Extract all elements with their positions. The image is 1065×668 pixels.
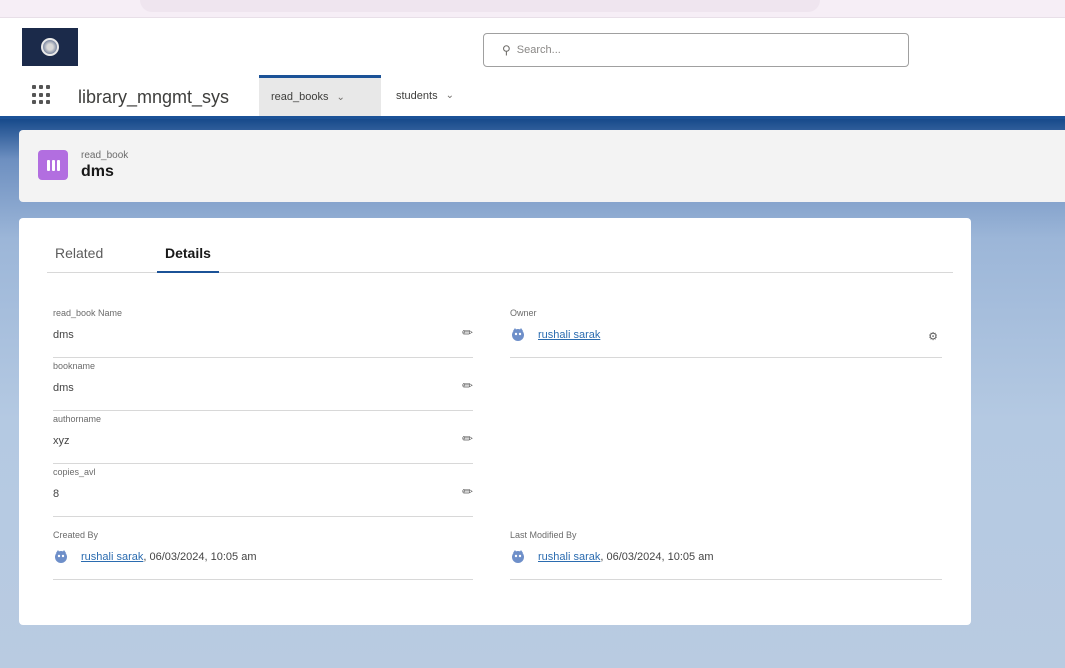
nav-tab-students[interactable]: students ⌄ (384, 75, 484, 116)
record-header: read_book dms (19, 130, 1065, 202)
details-card: Related Details read_book Name dms ✏ boo… (19, 218, 971, 625)
field-label: read_book Name (53, 308, 123, 318)
change-owner-icon[interactable]: ⚙ (928, 330, 938, 343)
field-last-modified-by: Last Modified By rushali sarak, 06/03/20… (510, 530, 942, 580)
tab-related[interactable]: Related (47, 245, 111, 273)
last-modified-user-link[interactable]: rushali sarak (538, 551, 600, 563)
field-authorname: authorname xyz ✏ (53, 414, 473, 464)
browser-strip (0, 0, 1065, 18)
field-created-by: Created By rushali sarak, 06/03/2024, 10… (53, 530, 473, 580)
tab-details[interactable]: Details (157, 245, 219, 273)
created-by-user-link[interactable]: rushali sarak (81, 551, 143, 563)
user-avatar-icon (55, 550, 67, 563)
global-search[interactable]: ⚲ (483, 33, 909, 67)
global-header: ⚲ (0, 18, 1065, 75)
record-title: dms (81, 163, 114, 180)
search-input[interactable] (516, 44, 877, 56)
pencil-icon[interactable]: ✏ (462, 484, 473, 500)
field-value: dms (53, 329, 74, 341)
pencil-icon[interactable]: ✏ (462, 431, 473, 447)
org-logo-icon[interactable] (22, 28, 78, 66)
last-modified-timestamp: , 06/03/2024, 10:05 am (600, 551, 714, 563)
field-label: copies_avl (53, 467, 96, 477)
record-type-label: read_book (81, 150, 129, 161)
custom-object-icon (38, 150, 68, 180)
field-owner: Owner rushali sarak ⚙ (510, 308, 942, 358)
browser-tab-shape (140, 0, 820, 12)
field-bookname: bookname dms ✏ (53, 361, 473, 411)
user-avatar-icon (512, 328, 524, 341)
nav-tab-label: read_books (271, 91, 329, 103)
field-read-book-name: read_book Name dms ✏ (53, 308, 473, 358)
field-value: xyz (53, 435, 70, 447)
field-label: bookname (53, 361, 96, 371)
pencil-icon[interactable]: ✏ (462, 325, 473, 341)
owner-user-link[interactable]: rushali sarak (538, 329, 600, 341)
created-timestamp: , 06/03/2024, 10:05 am (143, 551, 257, 563)
record-tabs: Related Details (47, 238, 953, 273)
app-name: library_mngmt_sys (78, 87, 230, 107)
field-value: dms (53, 382, 74, 394)
search-icon: ⚲ (502, 43, 511, 57)
field-label: Last Modified By (510, 530, 577, 540)
user-avatar-icon (512, 550, 524, 563)
field-copies-avl: copies_avl 8 ✏ (53, 467, 473, 517)
field-label: Created By (53, 530, 99, 540)
nav-tab-read-books[interactable]: read_books ⌄ (259, 75, 381, 116)
field-label: Owner (510, 308, 537, 318)
logo-emblem (41, 38, 59, 56)
chevron-down-icon[interactable]: ⌄ (446, 90, 454, 101)
chevron-down-icon[interactable]: ⌄ (337, 92, 345, 103)
field-value: 8 (53, 488, 60, 500)
pencil-icon[interactable]: ✏ (462, 378, 473, 394)
nav-tab-label: students (396, 89, 438, 102)
app-launcher-icon[interactable] (32, 85, 52, 105)
nav-bar: library_mngmt_sys read_books ⌄ students … (0, 75, 1065, 119)
field-label: authorname (53, 414, 102, 424)
